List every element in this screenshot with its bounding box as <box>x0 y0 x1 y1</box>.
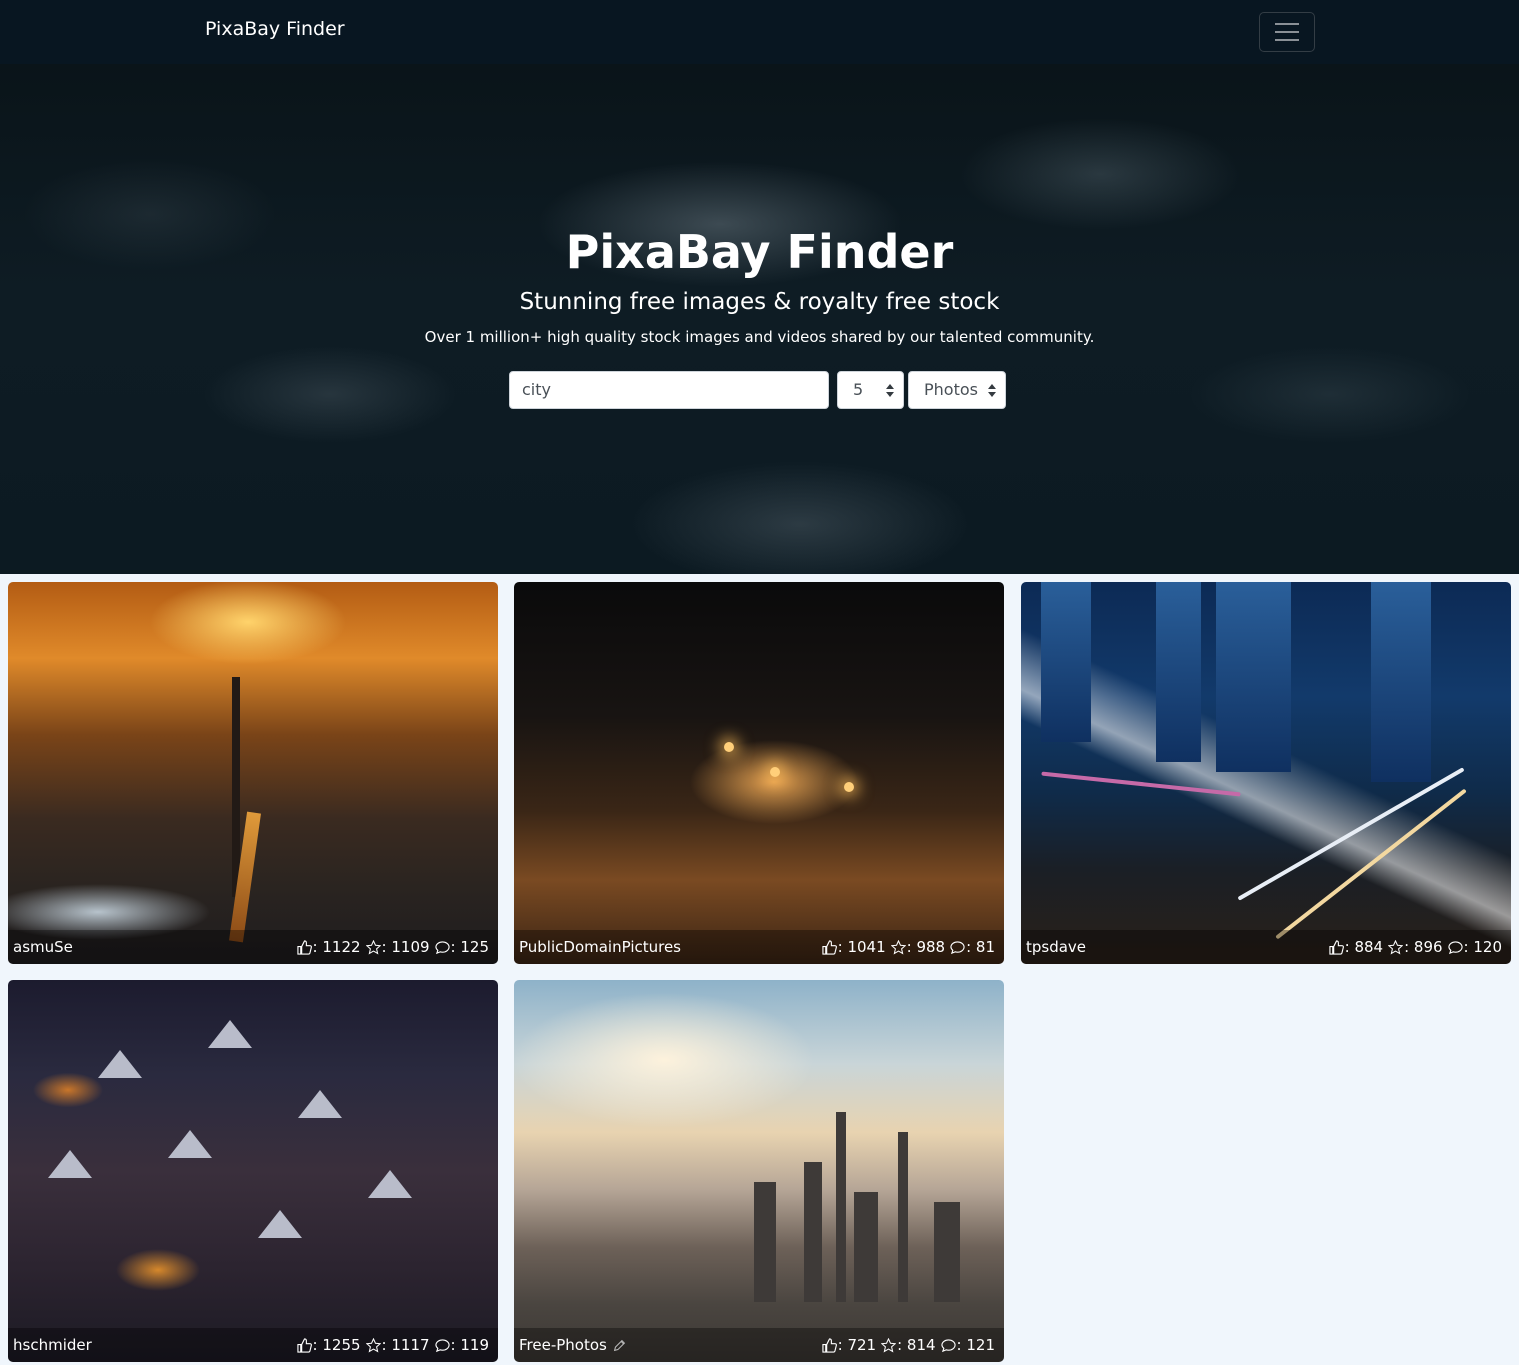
likes-count: : 1122 <box>312 938 361 956</box>
comment-icon <box>1447 940 1463 954</box>
hamburger-icon <box>1275 23 1299 25</box>
card-caption: hschmider : 1255 : 1117 : 119 <box>8 1328 498 1362</box>
navbar-brand[interactable]: PixaBay Finder <box>205 17 345 41</box>
card-stats: : 884 : 896 : 120 <box>1329 930 1502 964</box>
card-stats: : 1122 : 1109 : 125 <box>296 930 489 964</box>
favorites-count: : 1117 <box>381 1336 430 1354</box>
thumbs-up-icon <box>822 939 837 955</box>
author-name[interactable]: hschmider <box>13 1328 92 1362</box>
navbar: PixaBay Finder <box>0 0 1519 64</box>
comments-count: : 121 <box>956 1336 995 1354</box>
author-name[interactable]: tpsdave <box>1026 930 1086 964</box>
search-input[interactable]: city <box>509 371 829 409</box>
image-card[interactable]: tpsdave : 884 : 896 : 120 <box>1021 582 1511 964</box>
card-caption: asmuSe : 1122 : 1109 : 125 <box>8 930 498 964</box>
hero-banner: PixaBay Finder Stunning free images & ro… <box>0 64 1519 574</box>
card-stats: : 1041 : 988 : 81 <box>822 930 995 964</box>
favorites-count: : 814 <box>897 1336 936 1354</box>
hero-title: PixaBay Finder <box>565 225 954 279</box>
favorites-count: : 896 <box>1404 938 1443 956</box>
likes-count: : 1041 <box>837 938 886 956</box>
media-type-value: Photos <box>924 380 978 399</box>
results-count-select[interactable]: 5 <box>837 371 904 409</box>
author-name[interactable]: asmuSe <box>13 930 73 964</box>
author-name[interactable]: Free-Photos <box>519 1336 607 1354</box>
star-icon <box>365 939 381 955</box>
select-arrows-icon <box>988 384 996 398</box>
card-stats: : 1255 : 1117 : 119 <box>296 1328 489 1362</box>
author-name[interactable]: PublicDomainPictures <box>519 930 681 964</box>
comment-icon <box>434 1338 450 1352</box>
image-card[interactable]: asmuSe : 1122 : 1109 : 125 <box>8 582 498 964</box>
card-caption: PublicDomainPictures : 1041 : 988 : 81 <box>514 930 1004 964</box>
thumbs-up-icon <box>296 939 312 955</box>
comments-count: : 119 <box>450 1336 489 1354</box>
select-arrows-icon <box>886 384 894 398</box>
comment-icon <box>940 1338 956 1352</box>
likes-count: : 1255 <box>312 1336 361 1354</box>
star-icon <box>881 1337 897 1353</box>
comment-icon <box>434 940 450 954</box>
image-card[interactable]: hschmider : 1255 : 1117 : 119 <box>8 980 498 1362</box>
comment-icon <box>950 940 965 954</box>
favorites-count: : 988 <box>906 938 946 956</box>
menu-toggle-button[interactable] <box>1259 12 1315 52</box>
comments-count: : 120 <box>1463 938 1502 956</box>
likes-count: : 884 <box>1344 938 1384 956</box>
results-count-value: 5 <box>853 380 864 399</box>
thumbs-up-icon <box>296 1337 312 1353</box>
favorites-count: : 1109 <box>381 938 430 956</box>
hero-subtitle: Stunning free images & royalty free stoc… <box>519 289 1000 315</box>
hero-tagline: Over 1 million+ high quality stock image… <box>424 328 1095 346</box>
star-icon <box>1388 939 1404 955</box>
comments-count: : 125 <box>450 938 489 956</box>
edit-icon <box>613 1339 625 1352</box>
image-card[interactable]: PublicDomainPictures : 1041 : 988 : 81 <box>514 582 1004 964</box>
card-caption: Free-Photos : 721 : 814 : 121 <box>514 1328 1004 1362</box>
image-card[interactable]: Free-Photos : 721 : 814 : 121 <box>514 980 1004 1362</box>
card-caption: tpsdave : 884 : 896 : 120 <box>1021 930 1511 964</box>
card-stats: : 721 : 814 : 121 <box>822 1328 995 1362</box>
thumbs-up-icon <box>1329 939 1344 955</box>
likes-count: : 721 <box>837 1336 877 1354</box>
star-icon <box>890 939 906 955</box>
thumbs-up-icon <box>822 1337 837 1353</box>
media-type-select[interactable]: Photos <box>908 371 1006 409</box>
star-icon <box>365 1337 381 1353</box>
comments-count: : 81 <box>966 938 995 956</box>
